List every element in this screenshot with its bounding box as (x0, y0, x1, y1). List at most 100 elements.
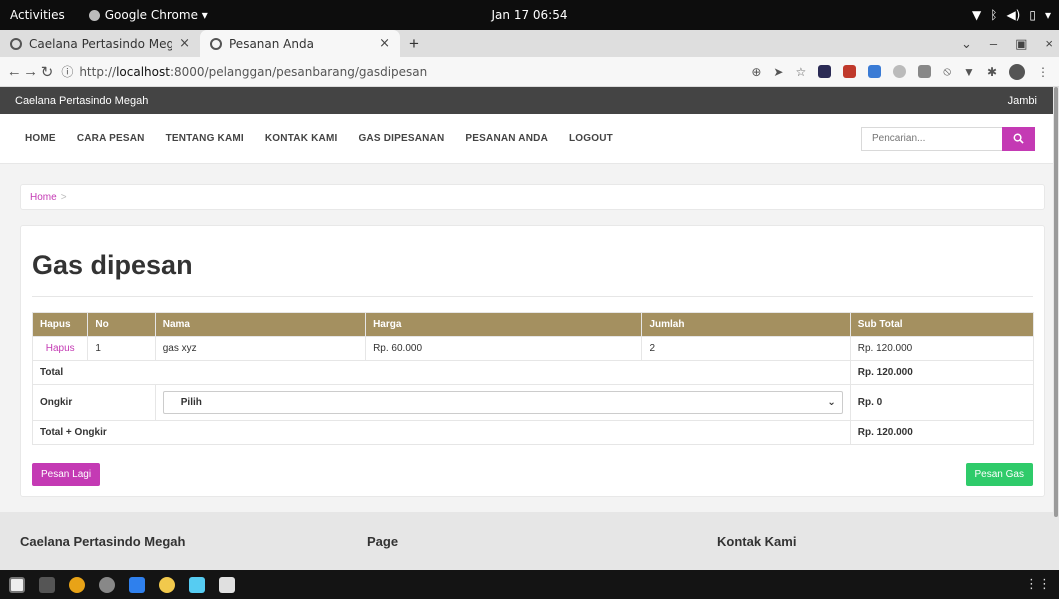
url-prefix: http:// (79, 64, 117, 79)
nav-pesanan-anda[interactable]: PESANAN ANDA (465, 133, 548, 144)
cell-hapus: Hapus (31, 336, 89, 361)
extension-icon[interactable] (843, 65, 857, 78)
search-icon (1013, 133, 1024, 144)
cell-no: 1 (87, 336, 156, 361)
ongkir-select[interactable]: Pilih ⌄ (162, 391, 843, 414)
ongkir-row: Ongkir Pilih ⌄ Rp. 0 (32, 384, 1035, 421)
cell-jumlah: 2 (641, 336, 851, 361)
taskbar: ⋮⋮ (0, 570, 1059, 599)
site-topbar: Caelana Pertasindo Megah Jambi (0, 87, 1059, 114)
col-hapus: Hapus (31, 312, 89, 337)
site-navbar: HOME CARA PESAN TENTANG KAMI KONTAK KAMI… (0, 114, 1059, 164)
nav-tentang-kami[interactable]: TENTANG KAMI (166, 133, 244, 144)
nav-cara-pesan[interactable]: CARA PESAN (77, 133, 145, 144)
breadcrumb: Home > (20, 184, 1045, 210)
app-icon[interactable] (159, 576, 175, 593)
terminal-icon[interactable] (39, 576, 55, 593)
grand-total-value: Rp. 120.000 (849, 420, 1035, 445)
extension-icon[interactable] (893, 65, 907, 78)
extension-icon[interactable]: ⦸ (943, 64, 951, 79)
globe-icon (10, 37, 22, 50)
extensions-area: ⊕ ➤ ☆ ⦸ ▼ ✱ ⋮ (751, 63, 1059, 80)
tab-label: Caelana Pertasindo Mega (29, 36, 173, 51)
grand-total-row: Total + Ongkir Rp. 120.000 (32, 420, 1035, 445)
col-subtotal: Sub Total (849, 312, 1035, 337)
url-host: localhost (116, 64, 170, 79)
files-icon[interactable] (9, 576, 25, 593)
table-header-row: Hapus No Nama Harga Jumlah Sub Total (31, 312, 1035, 337)
search-input[interactable] (861, 126, 1002, 151)
avatar[interactable] (1009, 63, 1025, 80)
minimize-icon[interactable]: – (990, 36, 997, 51)
scrollbar-thumb[interactable] (1054, 87, 1058, 517)
puzzle-icon[interactable]: ✱ (987, 65, 997, 79)
bookmark-star-icon[interactable]: ☆ (795, 65, 806, 79)
tab-label: Pesanan Anda (229, 36, 314, 51)
search-button[interactable] (1002, 126, 1035, 151)
nav-gas-dipesanan[interactable]: GAS DIPESANAN (358, 133, 444, 144)
back-icon[interactable]: ← (6, 63, 22, 80)
clock[interactable]: Jan 17 06:54 (492, 8, 568, 22)
forward-icon[interactable]: → (22, 63, 38, 80)
ongkir-cell: Pilih ⌄ (154, 384, 851, 421)
app-menu-label: Google Chrome ▾ (104, 8, 208, 22)
page-title: Gas dipesan (32, 250, 193, 280)
globe-icon (210, 37, 222, 50)
close-window-icon[interactable]: × (1045, 36, 1053, 51)
extension-icon[interactable] (818, 65, 832, 78)
cell-subtotal: Rp. 120.000 (849, 336, 1035, 361)
app-menu[interactable]: Google Chrome ▾ (88, 8, 208, 22)
nav-kontak-kami[interactable]: KONTAK KAMI (265, 133, 338, 144)
extension-icon[interactable] (868, 65, 882, 78)
col-no: No (87, 312, 156, 337)
total-label: Total (32, 360, 851, 385)
pesan-lagi-button[interactable]: Pesan Lagi (32, 463, 101, 486)
page-scrollbar[interactable] (1053, 87, 1059, 570)
share-icon[interactable]: ➤ (773, 65, 783, 79)
vscode-icon[interactable] (129, 576, 145, 593)
grand-total-label: Total + Ongkir (32, 420, 851, 445)
pesan-gas-button[interactable]: Pesan Gas (965, 463, 1033, 486)
tab-pesanan-anda[interactable]: Pesanan Anda × (200, 30, 400, 57)
cell-harga: Rp. 60.000 (365, 336, 643, 361)
app-grid-icon[interactable]: ⋮⋮ (1025, 576, 1051, 592)
nav-home[interactable]: HOME (25, 133, 56, 144)
restore-icon[interactable]: ▣ (1015, 36, 1027, 52)
close-icon[interactable]: × (379, 36, 390, 51)
delete-link[interactable]: Hapus (46, 343, 75, 354)
col-nama: Nama (154, 312, 367, 337)
new-tab-button[interactable]: + (400, 30, 428, 57)
kebab-menu-icon[interactable]: ⋮ (1037, 65, 1049, 79)
zoom-icon[interactable]: ⊕ (751, 65, 761, 79)
extension-icon[interactable]: ▼ (963, 65, 975, 79)
info-icon[interactable]: ⓘ (61, 63, 73, 80)
tab-search-icon[interactable]: ⌄ (961, 36, 972, 52)
divider (32, 296, 1033, 297)
address-bar[interactable]: ⓘ http://localhost:8000/pelanggan/pesanb… (61, 61, 751, 83)
tab-strip: Caelana Pertasindo Mega × Pesanan Anda ×… (0, 30, 1059, 57)
chrome-icon[interactable] (69, 576, 85, 593)
app-icon[interactable] (99, 576, 115, 593)
battery-icon: ▯ (1029, 8, 1036, 22)
reload-icon[interactable]: ↻ (39, 63, 55, 81)
col-jumlah: Jumlah (641, 312, 851, 337)
site-city: Jambi (1007, 94, 1037, 107)
close-icon[interactable]: × (179, 36, 190, 51)
extension-icon[interactable] (918, 65, 932, 78)
url-text: http://localhost:8000/pelanggan/pesanbar… (79, 65, 427, 79)
bluetooth-icon: ᛒ (990, 8, 998, 22)
system-tray[interactable]: ▼ ᛒ ◀) ▯ ▾ (972, 0, 1051, 30)
tab-caelana[interactable]: Caelana Pertasindo Mega × (0, 30, 200, 57)
ongkir-value: Rp. 0 (849, 384, 1035, 421)
browser-toolbar: ← → ↻ ⓘ http://localhost:8000/pelanggan/… (0, 57, 1059, 87)
search-form (861, 126, 1035, 151)
nav-logout[interactable]: LOGOUT (569, 133, 613, 144)
activities-button[interactable]: Activities (0, 8, 75, 22)
app-icon[interactable] (219, 576, 235, 593)
url-path: :8000/pelanggan/pesanbarang/gasdipesan (169, 64, 428, 79)
main-menu: HOME CARA PESAN TENTANG KAMI KONTAK KAMI… (25, 133, 613, 144)
ongkir-select-value: Pilih (180, 397, 202, 408)
breadcrumb-home[interactable]: Home (30, 192, 57, 203)
app-icon[interactable] (189, 576, 205, 593)
cell-nama: gas xyz (154, 336, 367, 361)
